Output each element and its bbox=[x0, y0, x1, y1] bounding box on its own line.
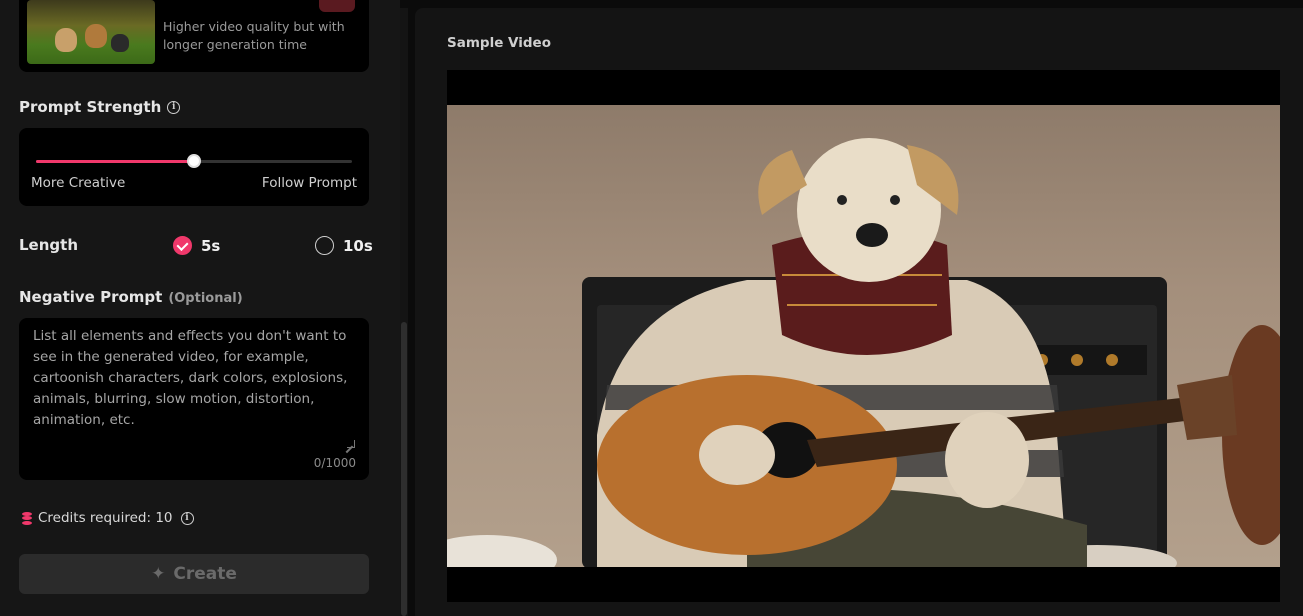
model-badge bbox=[319, 0, 355, 12]
model-thumbnail bbox=[27, 0, 155, 64]
credits-required: Credits required: 10 i bbox=[22, 510, 194, 526]
puppy-shape bbox=[55, 28, 77, 52]
puppy-shape bbox=[111, 34, 129, 52]
prompt-strength-slider[interactable] bbox=[36, 154, 352, 168]
preview-panel: Sample Video bbox=[415, 8, 1303, 616]
prompt-strength-title: Prompt Strength bbox=[19, 98, 162, 116]
optional-tag: (Optional) bbox=[168, 291, 243, 306]
sample-video-player[interactable] bbox=[447, 70, 1280, 602]
negative-prompt-title: Negative Prompt bbox=[19, 288, 163, 306]
model-description: Higher video quality but with longer gen… bbox=[163, 19, 345, 52]
length-title: Length bbox=[19, 236, 78, 254]
credits-label: Credits required: 10 bbox=[38, 510, 173, 526]
negative-prompt-placeholder: List all elements and effects you don't … bbox=[33, 328, 348, 428]
puppy-shape bbox=[85, 24, 107, 48]
sample-video-frame bbox=[447, 105, 1280, 567]
scrollbar-thumb[interactable] bbox=[401, 322, 407, 616]
info-icon[interactable]: i bbox=[180, 511, 194, 525]
radio-unchecked-icon bbox=[315, 236, 334, 255]
sparkle-icon: ✦ bbox=[151, 564, 166, 584]
length-option-5s[interactable]: 5s bbox=[173, 236, 220, 255]
length-option-label: 10s bbox=[343, 236, 373, 255]
credits-icon bbox=[22, 511, 32, 525]
length-option-label: 5s bbox=[201, 236, 221, 255]
prompt-strength-heading: Prompt Strength i bbox=[19, 98, 181, 116]
model-option-card[interactable]: Higher video quality but with longer gen… bbox=[19, 0, 369, 72]
radio-checked-icon bbox=[173, 236, 192, 255]
negative-prompt-heading: Negative Prompt (Optional) bbox=[19, 288, 243, 306]
settings-panel: Higher video quality but with longer gen… bbox=[0, 0, 400, 616]
more-creative-label: More Creative bbox=[31, 175, 126, 191]
resize-handle-icon[interactable] bbox=[347, 440, 355, 448]
slider-handle[interactable] bbox=[187, 154, 201, 168]
character-count: 0/1000 bbox=[313, 456, 356, 470]
slider-fill bbox=[36, 160, 194, 163]
create-button[interactable]: ✦ Create bbox=[19, 554, 369, 594]
length-option-10s[interactable]: 10s bbox=[315, 236, 373, 255]
follow-prompt-label: Follow Prompt bbox=[261, 175, 357, 191]
prompt-strength-box: More Creative Follow Prompt bbox=[19, 128, 369, 206]
create-button-label: Create bbox=[173, 564, 237, 584]
sample-video-title: Sample Video bbox=[447, 35, 551, 51]
negative-prompt-textarea[interactable]: List all elements and effects you don't … bbox=[19, 318, 369, 480]
info-icon[interactable]: i bbox=[167, 101, 181, 114]
